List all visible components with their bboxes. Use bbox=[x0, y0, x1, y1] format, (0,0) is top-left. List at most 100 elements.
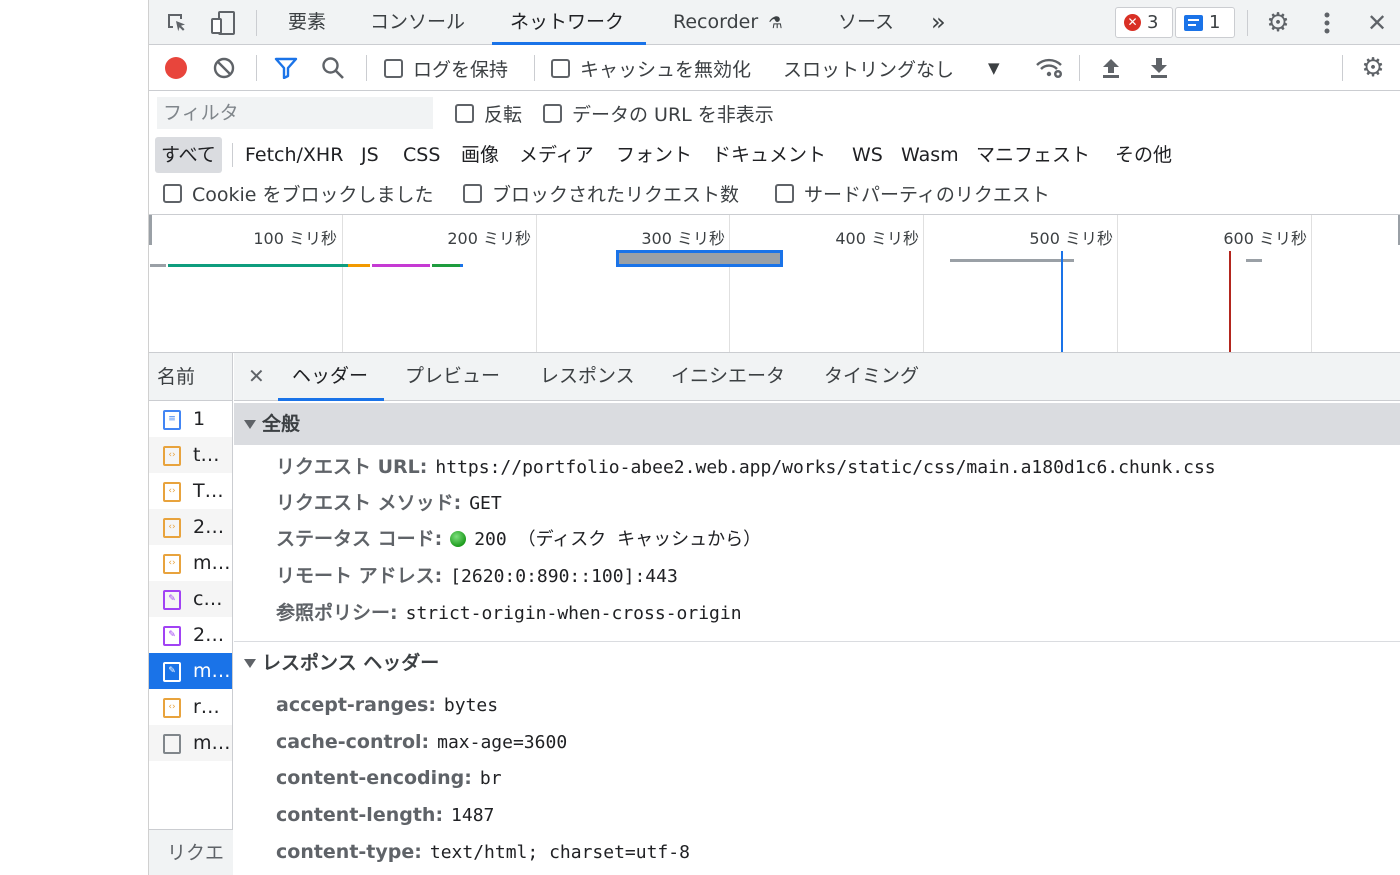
filter-funnel-icon[interactable] bbox=[272, 55, 300, 81]
script-file-icon: ‹› bbox=[163, 518, 181, 538]
network-conditions-icon[interactable] bbox=[1033, 55, 1065, 81]
header-name: content-encoding: bbox=[276, 767, 472, 789]
invert-checkbox[interactable] bbox=[455, 103, 474, 123]
network-settings-gear-icon[interactable]: ⚙ bbox=[1357, 53, 1389, 83]
stylesheet-file-icon: ✎ bbox=[163, 662, 181, 682]
preserve-log-option[interactable]: ログを保持 bbox=[384, 45, 508, 91]
stylesheet-file-icon: ✎ bbox=[163, 626, 181, 646]
request-row-selected[interactable]: ✎ m… bbox=[149, 653, 232, 689]
type-filter-all[interactable]: すべて bbox=[155, 137, 222, 173]
inspect-element-icon[interactable] bbox=[161, 10, 193, 36]
tab-timing[interactable]: タイミング bbox=[824, 353, 919, 401]
header-name: content-length: bbox=[276, 804, 444, 826]
tab-initiator[interactable]: イニシエータ bbox=[671, 353, 785, 401]
hide-data-urls-checkbox[interactable] bbox=[543, 103, 562, 123]
referrer-policy-row: 参照ポリシー: strict-origin-when-cross-origin bbox=[276, 598, 742, 628]
request-name: 2… bbox=[193, 624, 225, 646]
type-filter-fetch-xhr[interactable]: Fetch/XHR bbox=[239, 137, 349, 173]
preserve-log-checkbox[interactable] bbox=[384, 58, 403, 78]
tick-label: 500 ミリ秒 bbox=[1029, 229, 1113, 248]
type-filter-document[interactable]: ドキュメント bbox=[706, 137, 832, 173]
request-row[interactable]: m… bbox=[149, 725, 232, 761]
header-value: br bbox=[479, 768, 502, 789]
blocked-cookies-checkbox[interactable] bbox=[163, 183, 182, 203]
tab-response[interactable]: レスポンス bbox=[540, 353, 635, 401]
more-options-icon[interactable] bbox=[1311, 8, 1343, 38]
stylesheet-file-icon: ✎ bbox=[163, 590, 181, 610]
general-section-header[interactable]: 全般 bbox=[234, 403, 1400, 445]
request-row[interactable]: ‹› 2… bbox=[149, 509, 232, 545]
close-devtools-icon[interactable]: ✕ bbox=[1361, 8, 1393, 38]
tab-sources[interactable]: ソース bbox=[836, 0, 896, 45]
tab-preview[interactable]: プレビュー bbox=[405, 353, 500, 401]
close-detail-icon[interactable]: ✕ bbox=[248, 353, 265, 401]
network-overview-timeline[interactable]: 100 ミリ秒 200 ミリ秒 300 ミリ秒 400 ミリ秒 500 ミリ秒 … bbox=[149, 215, 1400, 353]
invert-option[interactable]: 反転 bbox=[455, 91, 522, 135]
dropdown-arrow-icon: ▼ bbox=[988, 59, 1000, 77]
request-row[interactable]: ‹› t… bbox=[149, 437, 232, 473]
hide-data-urls-option[interactable]: データの URL を非表示 bbox=[543, 91, 774, 135]
type-filter-media[interactable]: メディア bbox=[513, 137, 600, 173]
request-method-label: リクエスト メソッド: bbox=[276, 492, 462, 514]
header-value: 1487 bbox=[451, 805, 495, 826]
overview-bar bbox=[348, 264, 370, 267]
tab-headers[interactable]: ヘッダー bbox=[277, 353, 385, 401]
tab-network[interactable]: ネットワーク bbox=[491, 0, 647, 45]
script-file-icon: ‹› bbox=[163, 446, 181, 466]
clear-icon[interactable] bbox=[211, 55, 237, 81]
device-toolbar-icon[interactable] bbox=[207, 10, 239, 36]
third-party-option[interactable]: サードパーティのリクエスト bbox=[775, 175, 1050, 211]
overview-left-handle[interactable] bbox=[149, 215, 152, 245]
third-party-checkbox[interactable] bbox=[775, 183, 794, 203]
import-har-icon[interactable] bbox=[1097, 55, 1125, 81]
response-header-row: content-length: 1487 bbox=[276, 800, 494, 830]
message-icon bbox=[1184, 14, 1203, 31]
disable-cache-checkbox[interactable] bbox=[551, 58, 570, 78]
request-row[interactable]: ✎ 2… bbox=[149, 617, 232, 653]
blocked-cookies-label: Cookie をブロックしました bbox=[192, 183, 434, 206]
header-value: text/html; charset=utf-8 bbox=[429, 842, 690, 863]
more-tabs-icon[interactable]: » bbox=[929, 0, 948, 45]
blocked-requests-checkbox[interactable] bbox=[463, 183, 482, 203]
type-filter-image[interactable]: 画像 bbox=[455, 137, 505, 173]
throttling-select[interactable]: スロットリングなし ▼ bbox=[783, 45, 1000, 91]
request-row[interactable]: ‹› r… bbox=[149, 689, 232, 725]
blocked-requests-option[interactable]: ブロックされたリクエスト数 bbox=[463, 175, 739, 211]
response-headers-section-header[interactable]: レスポンス ヘッダー bbox=[234, 642, 1400, 684]
throttling-value: スロットリングなし bbox=[783, 58, 955, 81]
error-count-badge[interactable]: ✕ 3 bbox=[1115, 7, 1173, 38]
request-row[interactable]: ‹› T… bbox=[149, 473, 232, 509]
request-row[interactable]: ‹› m… bbox=[149, 545, 232, 581]
blocked-cookies-option[interactable]: Cookie をブロックしました bbox=[163, 175, 434, 211]
export-har-icon[interactable] bbox=[1145, 55, 1173, 81]
script-file-icon: ‹› bbox=[163, 482, 181, 502]
filter-input[interactable] bbox=[157, 97, 433, 129]
type-filter-other[interactable]: その他 bbox=[1109, 137, 1178, 173]
preserve-log-label: ログを保持 bbox=[413, 58, 509, 81]
record-icon[interactable] bbox=[163, 55, 189, 81]
type-filter-wasm[interactable]: Wasm bbox=[895, 137, 965, 173]
type-filter-ws[interactable]: WS bbox=[846, 137, 889, 173]
error-icon: ✕ bbox=[1124, 14, 1141, 31]
detail-tab-bar: ✕ ヘッダー プレビュー レスポンス イニシエータ タイミング bbox=[234, 353, 1400, 401]
type-filter-js[interactable]: JS bbox=[355, 137, 385, 173]
tab-recorder[interactable]: Recorder ⚗ bbox=[671, 0, 785, 45]
search-icon[interactable] bbox=[319, 55, 347, 81]
type-filter-manifest[interactable]: マニフェスト bbox=[970, 137, 1096, 173]
name-column-header[interactable]: 名前 bbox=[149, 353, 232, 401]
request-method-row: リクエスト メソッド: GET bbox=[276, 488, 502, 518]
settings-gear-icon[interactable]: ⚙ bbox=[1262, 8, 1294, 38]
status-code-value: 200 （ディスク キャッシュから） bbox=[474, 529, 762, 550]
type-filter-font[interactable]: フォント bbox=[610, 137, 698, 173]
message-count-badge[interactable]: 1 bbox=[1175, 7, 1235, 38]
blocked-requests-label: ブロックされたリクエスト数 bbox=[492, 183, 740, 206]
type-filter-css[interactable]: CSS bbox=[397, 137, 446, 173]
request-row[interactable]: ≡ 1 bbox=[149, 401, 232, 437]
header-name: cache-control: bbox=[276, 731, 430, 753]
overview-bar bbox=[460, 264, 463, 267]
flask-icon: ⚗ bbox=[768, 13, 783, 32]
request-row[interactable]: ✎ c… bbox=[149, 581, 232, 617]
disable-cache-option[interactable]: キャッシュを無効化 bbox=[551, 45, 751, 91]
tab-console[interactable]: コンソール bbox=[368, 0, 467, 45]
tab-elements[interactable]: 要素 bbox=[286, 0, 328, 45]
